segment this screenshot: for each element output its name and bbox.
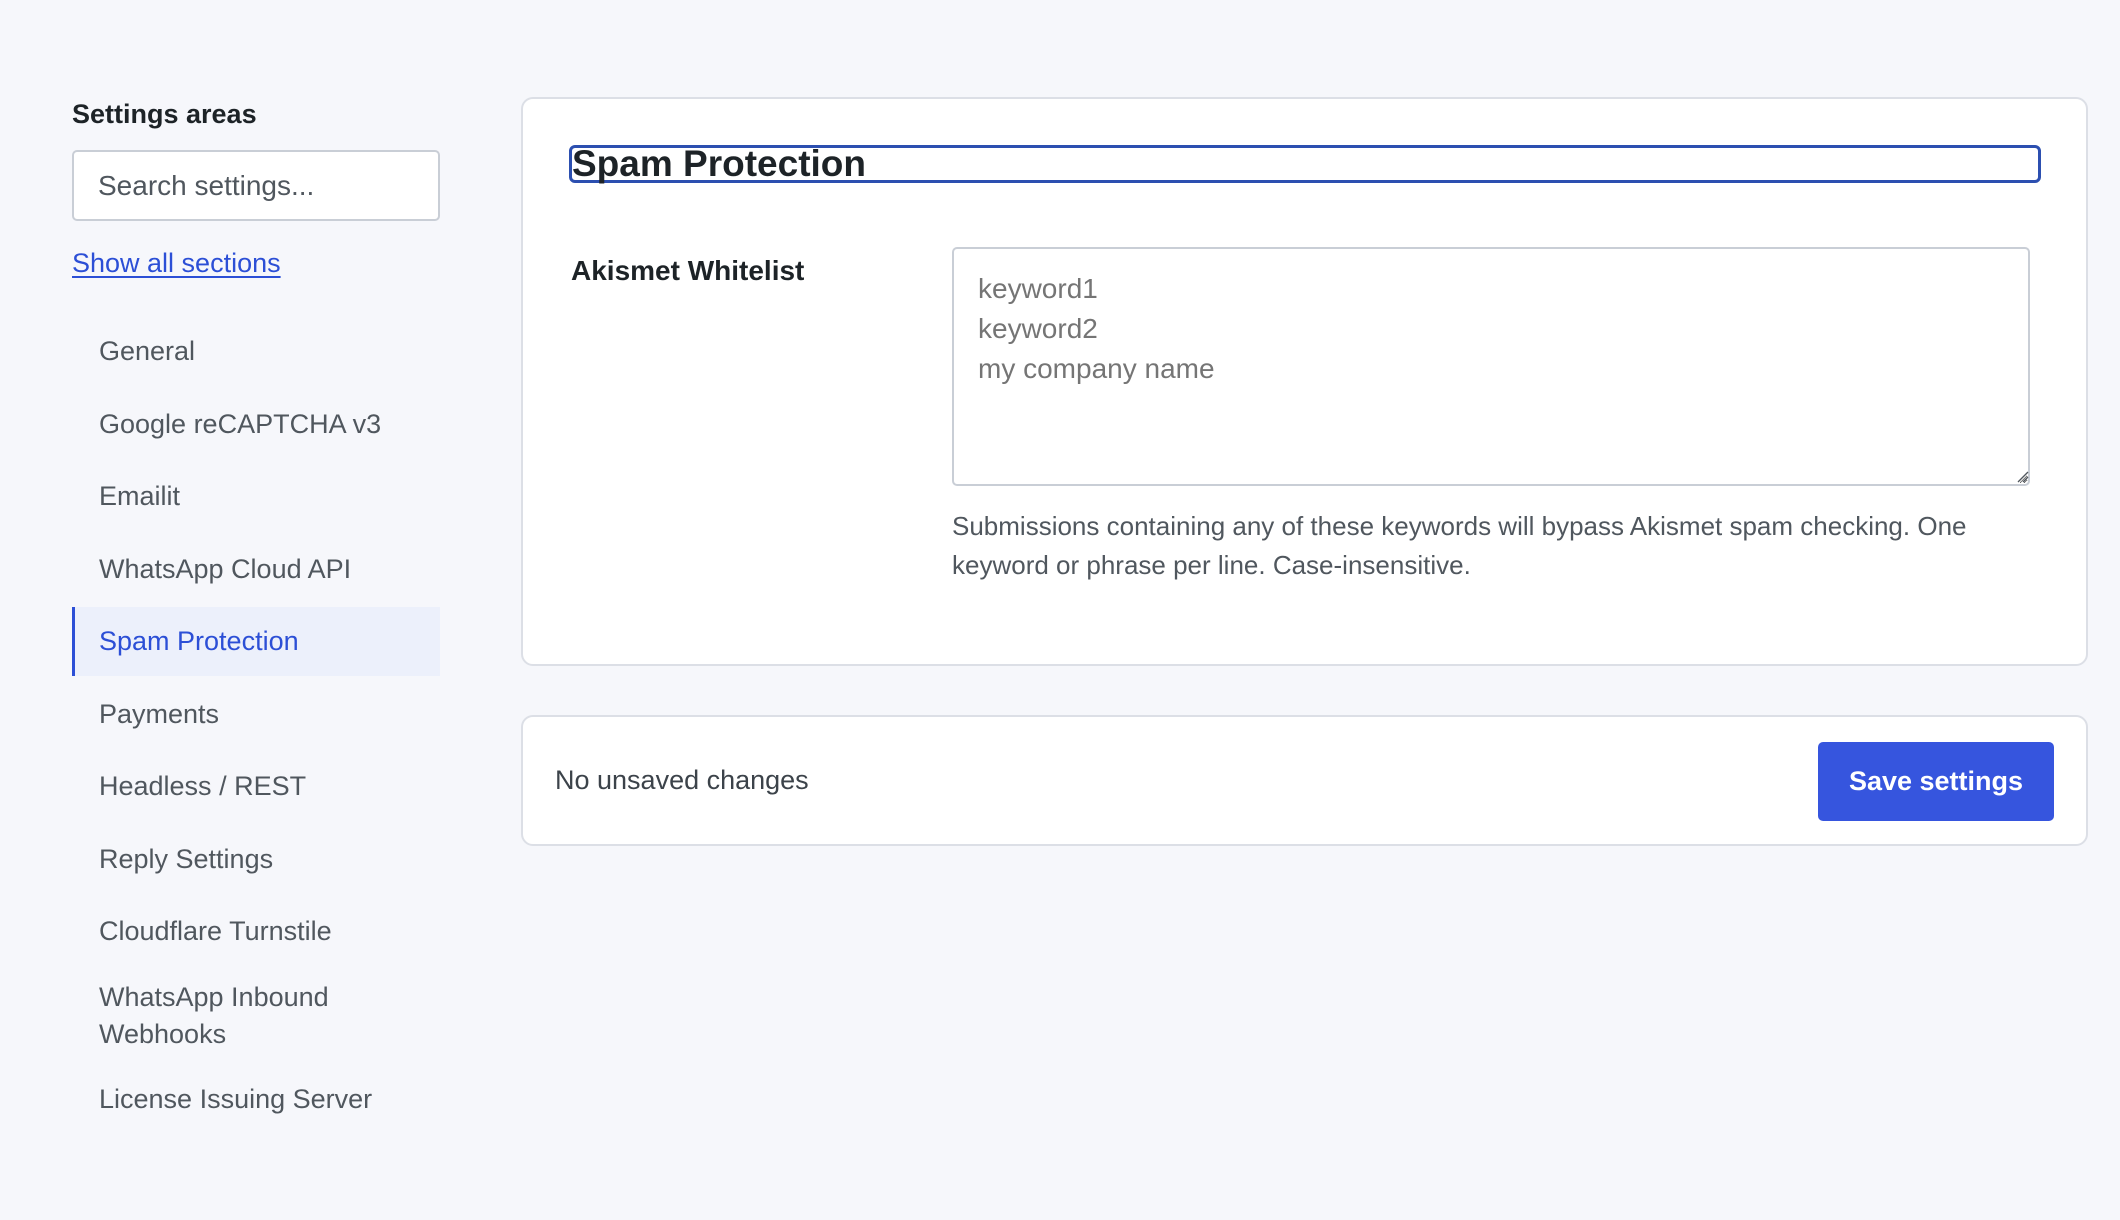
save-settings-button[interactable]: Save settings bbox=[1818, 742, 2054, 821]
sidebar-item-google-recaptcha-v3[interactable]: Google reCAPTCHA v3 bbox=[72, 390, 440, 459]
sidebar-item-payments[interactable]: Payments bbox=[72, 680, 440, 749]
sidebar-item-license-issuing-server[interactable]: License Issuing Server bbox=[72, 1065, 440, 1134]
akismet-whitelist-help: Submissions containing any of these keyw… bbox=[952, 511, 1967, 580]
save-bar: No unsaved changes Save settings bbox=[521, 715, 2088, 846]
sidebar-item-reply-settings[interactable]: Reply Settings bbox=[72, 825, 440, 894]
panel-title: Spam Protection bbox=[572, 143, 866, 184]
sidebar-item-cloudflare-turnstile[interactable]: Cloudflare Turnstile bbox=[72, 897, 440, 966]
sidebar-item-spam-protection[interactable]: Spam Protection bbox=[72, 607, 440, 676]
sidebar-item-emailit[interactable]: Emailit bbox=[72, 462, 440, 531]
sidebar-item-general[interactable]: General bbox=[72, 317, 440, 386]
sidebar-heading: Settings areas bbox=[72, 99, 257, 129]
panel-title-focus-outline[interactable]: Spam Protection bbox=[569, 143, 2041, 184]
save-status-text: No unsaved changes bbox=[555, 765, 809, 795]
settings-nav: General Google reCAPTCHA v3 Emailit WhatsAp… bbox=[72, 317, 440, 1134]
show-all-sections-link[interactable]: Show all sections bbox=[72, 245, 281, 281]
spam-protection-panel: Spam Protection Akismet Whitelist Submis… bbox=[521, 97, 2088, 666]
akismet-whitelist-textarea[interactable] bbox=[952, 247, 2030, 486]
search-settings-input[interactable] bbox=[72, 150, 440, 221]
akismet-whitelist-label: Akismet Whitelist bbox=[571, 255, 805, 286]
sidebar-item-whatsapp-inbound-webhooks[interactable]: WhatsApp Inbound Webhooks bbox=[72, 970, 440, 1062]
settings-page: Settings areas Show all sections General… bbox=[0, 0, 2120, 1220]
sidebar-item-whatsapp-cloud-api[interactable]: WhatsApp Cloud API bbox=[72, 535, 440, 604]
sidebar-item-headless-rest[interactable]: Headless / REST bbox=[72, 752, 440, 821]
settings-sidebar: Settings areas Show all sections General… bbox=[72, 96, 440, 1138]
resize-grip-icon[interactable] bbox=[2017, 471, 2029, 483]
